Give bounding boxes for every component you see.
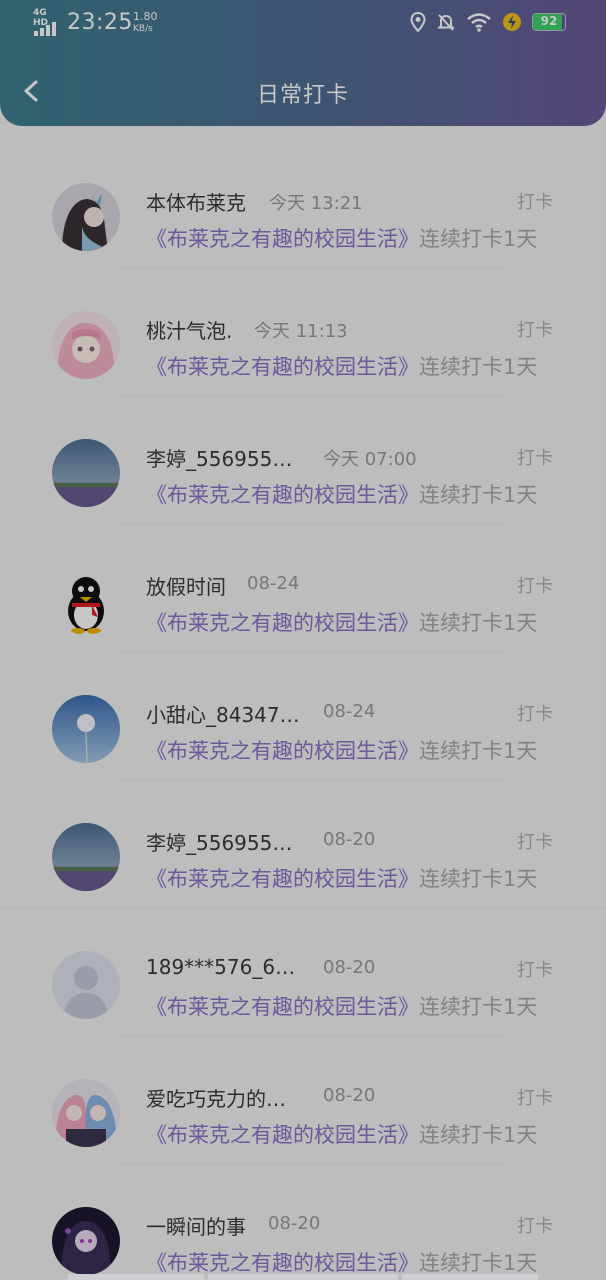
network-speed: 1.80 KB/s xyxy=(133,10,158,35)
user-name[interactable]: 爱吃巧克力的… xyxy=(146,1083,286,1112)
streak-text: 连续打卡1天 xyxy=(419,867,538,891)
checkin-detail: 《布莱克之有趣的校园生活》连续打卡1天 xyxy=(146,991,537,1021)
streak-text: 连续打卡1天 xyxy=(419,1251,538,1275)
user-name[interactable]: 李婷_556955… xyxy=(146,827,292,856)
checkin-label: 打卡 xyxy=(517,1216,553,1237)
checkin-detail: 《布莱克之有趣的校园生活》连续打卡1天 xyxy=(146,223,537,253)
book-link[interactable]: 《布莱克之有趣的校园生活》 xyxy=(146,1123,419,1147)
book-link[interactable]: 《布莱克之有趣的校园生活》 xyxy=(146,227,419,251)
avatar[interactable] xyxy=(52,823,120,891)
user-name[interactable]: 本体布莱克 xyxy=(146,187,246,216)
streak-text: 连续打卡1天 xyxy=(419,1123,538,1147)
checkin-detail: 《布莱克之有趣的校园生活》连续打卡1天 xyxy=(146,863,537,893)
checkin-label: 打卡 xyxy=(517,192,553,213)
checkin-detail: 《布莱克之有趣的校园生活》连续打卡1天 xyxy=(146,479,537,509)
avatar[interactable] xyxy=(52,311,120,379)
user-name[interactable]: 放假时间 xyxy=(146,571,226,600)
checkin-time: 今天 13:21 xyxy=(269,193,363,214)
charging-icon xyxy=(503,13,521,31)
book-link[interactable]: 《布莱克之有趣的校园生活》 xyxy=(146,483,419,507)
streak-text: 连续打卡1天 xyxy=(419,739,538,763)
wifi-icon xyxy=(467,13,491,32)
book-link[interactable]: 《布莱克之有趣的校园生活》 xyxy=(146,611,419,635)
list-item[interactable]: 桃汁气泡. 今天 11:13 打卡 《布莱克之有趣的校园生活》连续打卡1天 xyxy=(0,268,606,396)
bell-off-icon xyxy=(437,14,455,31)
book-link[interactable]: 《布莱克之有趣的校园生活》 xyxy=(146,1251,419,1275)
checkin-detail: 《布莱克之有趣的校园生活》连续打卡1天 xyxy=(146,735,537,765)
user-name[interactable]: 桃汁气泡. xyxy=(146,315,232,344)
checkin-label: 打卡 xyxy=(517,576,553,597)
checkin-list: 本体布莱克 今天 13:21 打卡 《布莱克之有趣的校园生活》连续打卡1天 桃汁… xyxy=(0,140,606,1280)
checkin-label: 打卡 xyxy=(517,1088,553,1109)
avatar[interactable] xyxy=(52,951,120,1019)
list-item[interactable]: 李婷_556955… 今天 07:00 打卡 《布莱克之有趣的校园生活》连续打卡… xyxy=(0,396,606,524)
battery-indicator: 92 xyxy=(532,13,566,31)
checkin-time: 08-20 xyxy=(323,957,376,978)
user-name[interactable]: 李婷_556955… xyxy=(146,443,292,472)
status-bar: 4G HD 23:25 1.80 KB/s 92 xyxy=(0,0,606,46)
streak-text: 连续打卡1天 xyxy=(419,995,538,1019)
checkin-label: 打卡 xyxy=(517,704,553,725)
checkin-time: 08-24 xyxy=(247,573,300,594)
streak-text: 连续打卡1天 xyxy=(419,227,538,251)
streak-text: 连续打卡1天 xyxy=(419,483,538,507)
streak-text: 连续打卡1天 xyxy=(419,355,538,379)
status-time: 23:25 xyxy=(67,10,133,35)
checkin-time: 08-24 xyxy=(323,701,376,722)
header-bar: 4G HD 23:25 1.80 KB/s 92 日常打卡 xyxy=(0,0,606,126)
checkin-detail: 《布莱克之有趣的校园生活》连续打卡1天 xyxy=(146,1247,537,1277)
book-link[interactable]: 《布莱克之有趣的校园生活》 xyxy=(146,355,419,379)
checkin-label: 打卡 xyxy=(517,832,553,853)
user-name[interactable]: 小甜心_84347… xyxy=(146,699,300,728)
checkin-detail: 《布莱克之有趣的校园生活》连续打卡1天 xyxy=(146,351,537,381)
bottom-edge xyxy=(0,1274,606,1280)
checkin-label: 打卡 xyxy=(517,448,553,469)
checkin-detail: 《布莱克之有趣的校园生活》连续打卡1天 xyxy=(146,607,537,637)
checkin-detail: 《布莱克之有趣的校园生活》连续打卡1天 xyxy=(146,1119,537,1149)
list-item[interactable]: 本体布莱克 今天 13:21 打卡 《布莱克之有趣的校园生活》连续打卡1天 xyxy=(0,140,606,268)
checkin-time: 08-20 xyxy=(323,829,376,850)
location-icon xyxy=(410,12,426,32)
book-link[interactable]: 《布莱克之有趣的校园生活》 xyxy=(146,739,419,763)
streak-text: 连续打卡1天 xyxy=(419,611,538,635)
avatar[interactable] xyxy=(52,567,120,635)
avatar[interactable] xyxy=(52,695,120,763)
list-item[interactable]: 一瞬间的事 08-20 打卡 《布莱克之有趣的校园生活》连续打卡1天 xyxy=(0,1164,606,1280)
checkin-label: 打卡 xyxy=(517,960,553,981)
list-item[interactable]: 爱吃巧克力的… 08-20 打卡 《布莱克之有趣的校园生活》连续打卡1天 xyxy=(0,1036,606,1164)
book-link[interactable]: 《布莱克之有趣的校园生活》 xyxy=(146,867,419,891)
list-item[interactable]: 李婷_556955… 08-20 打卡 《布莱克之有趣的校园生活》连续打卡1天 xyxy=(0,780,606,908)
user-name[interactable]: 189***576_6… xyxy=(146,955,295,979)
checkin-time: 今天 07:00 xyxy=(323,449,417,470)
list-item[interactable]: 189***576_6… 08-20 打卡 《布莱克之有趣的校园生活》连续打卡1… xyxy=(0,908,606,1036)
avatar[interactable] xyxy=(52,1079,120,1147)
avatar[interactable] xyxy=(52,183,120,251)
checkin-time: 08-20 xyxy=(323,1085,376,1106)
user-name[interactable]: 一瞬间的事 xyxy=(146,1211,246,1240)
list-item[interactable]: 小甜心_84347… 08-24 打卡 《布莱克之有趣的校园生活》连续打卡1天 xyxy=(0,652,606,780)
avatar[interactable] xyxy=(52,1207,120,1275)
book-link[interactable]: 《布莱克之有趣的校园生活》 xyxy=(146,995,419,1019)
avatar[interactable] xyxy=(52,439,120,507)
checkin-time: 今天 11:13 xyxy=(254,321,348,342)
page-title: 日常打卡 xyxy=(256,83,349,108)
checkin-label: 打卡 xyxy=(517,320,553,341)
checkin-time: 08-20 xyxy=(268,1213,321,1234)
cell-signal-icon: 4G HD xyxy=(33,8,61,36)
list-item[interactable]: 放假时间 08-24 打卡 《布莱克之有趣的校园生活》连续打卡1天 xyxy=(0,524,606,652)
